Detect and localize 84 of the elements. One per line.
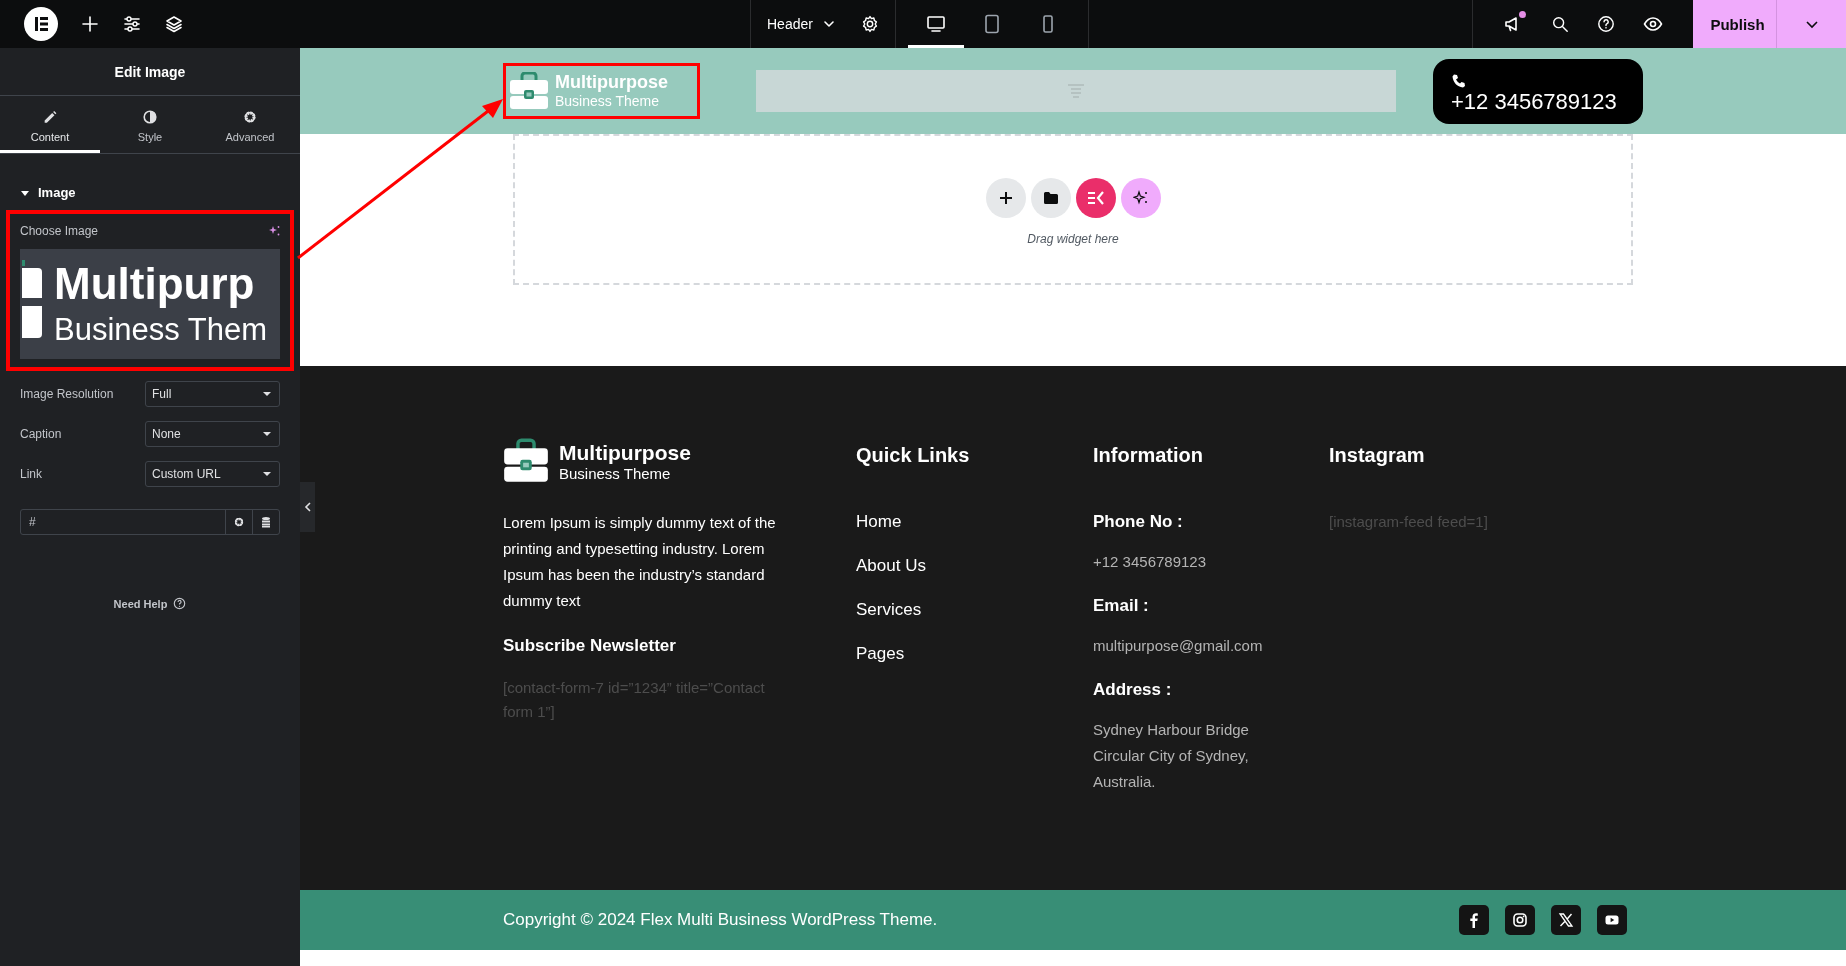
phone-icon xyxy=(1451,73,1467,89)
help-link[interactable]: Need Help xyxy=(113,597,187,610)
section-title[interactable]: Image xyxy=(38,185,76,200)
panel-tab[interactable]: Style xyxy=(100,96,200,153)
layers-icon xyxy=(164,14,184,34)
preview-title: Multipurp xyxy=(54,258,256,310)
caret-icon xyxy=(822,18,835,30)
field-label: Image Resolution xyxy=(20,387,114,401)
sliders-icon xyxy=(122,14,142,34)
structure-button[interactable] xyxy=(164,14,184,34)
social-link[interactable] xyxy=(1551,905,1581,935)
sparkle-icon xyxy=(1132,189,1149,206)
info-value: +12 3456789123 xyxy=(1093,552,1208,572)
gear-icon xyxy=(242,108,258,125)
social-link[interactable] xyxy=(1597,905,1627,935)
info-label: Address : xyxy=(1093,679,1173,701)
search-button[interactable] xyxy=(1551,15,1569,33)
site-settings-button[interactable] xyxy=(122,14,142,34)
footer-link[interactable]: Pages xyxy=(856,643,1093,665)
instagram-icon xyxy=(1512,912,1528,928)
about-paragraph: Lorem Ipsum is simply dummy text of the printing and typesetting industry. Lorem Ipsum has been the industry’s standard dummy text xyxy=(503,513,777,611)
field-label: Link xyxy=(20,467,42,481)
info-value: Circular City of Sydney, xyxy=(1093,746,1250,766)
kit-button[interactable] xyxy=(1075,177,1116,218)
whats-new-button[interactable] xyxy=(1503,14,1523,34)
info-label: Email : xyxy=(1093,595,1150,617)
page-settings-button[interactable] xyxy=(860,15,879,33)
kit-logo-icon xyxy=(1086,190,1105,205)
image-preview[interactable]: Multipurp Business Them xyxy=(20,249,280,359)
section-heading: Subscribe Newsletter xyxy=(503,636,677,656)
ai-sparkle-button[interactable] xyxy=(1120,177,1161,218)
panel-tab[interactable]: Advanced xyxy=(200,96,300,153)
info-value: multipurpose@gmail.com xyxy=(1093,636,1264,656)
column-heading: Quick Links xyxy=(856,444,971,467)
app-logo-icon[interactable] xyxy=(24,7,58,41)
logo-subtitle: Business Theme xyxy=(559,464,672,482)
x-icon xyxy=(1558,912,1574,928)
footer-link[interactable]: About Us xyxy=(856,555,1093,577)
select-field[interactable]: Custom URL xyxy=(145,461,280,487)
logo-title: Multipurpose xyxy=(555,72,668,93)
info-value: Sydney Harbour Bridge xyxy=(1093,720,1250,740)
field-label: Caption xyxy=(20,427,62,441)
briefcase-icon xyxy=(503,438,549,484)
footer-link[interactable]: Home xyxy=(856,511,1093,533)
drop-hint: Drag widget here xyxy=(1027,231,1119,246)
social-link[interactable] xyxy=(1459,905,1489,935)
info-value: Australia. xyxy=(1093,772,1157,792)
footer-link[interactable]: Services xyxy=(856,599,1093,621)
plus-icon xyxy=(998,190,1013,205)
help-icon xyxy=(1597,15,1615,33)
search-icon xyxy=(1551,15,1569,33)
column-heading: Instagram xyxy=(1329,444,1426,467)
select-field[interactable]: Full xyxy=(145,381,280,407)
eye-icon xyxy=(1643,14,1663,34)
preview-subtitle: Business Them xyxy=(54,311,268,349)
select-field[interactable]: None xyxy=(145,421,280,447)
social-link[interactable] xyxy=(1505,905,1535,935)
help-button[interactable] xyxy=(1597,15,1615,33)
document-dropdown[interactable]: Header xyxy=(767,16,835,32)
column-heading: Information xyxy=(1093,444,1204,467)
monitor-icon xyxy=(925,14,946,34)
logo-title: Multipurpose xyxy=(559,440,691,465)
info-label: Phone No : xyxy=(1093,511,1184,533)
copyright-text: Copyright © 2024 Flex Multi Business WordPress Theme. xyxy=(503,910,938,930)
logo-subtitle: Business Theme xyxy=(555,93,660,110)
folder-icon xyxy=(1043,191,1058,204)
pencil-icon xyxy=(42,108,58,125)
chevron-left-icon xyxy=(303,502,312,512)
add-section-button[interactable] xyxy=(985,177,1026,218)
collapse-panel-button[interactable] xyxy=(300,482,315,532)
phone-button[interactable]: +12 3456789123 xyxy=(1433,58,1643,124)
contrast-icon xyxy=(142,108,158,125)
plus-icon xyxy=(80,14,100,34)
database-icon xyxy=(260,516,272,528)
field-label: Choose Image xyxy=(20,224,99,238)
publish-button[interactable]: Publish xyxy=(1693,0,1776,48)
panel-tab[interactable]: Content xyxy=(0,96,100,153)
add-button[interactable] xyxy=(80,14,100,34)
ai-sparkle-icon[interactable] xyxy=(268,225,280,237)
preview-button[interactable] xyxy=(1643,14,1663,34)
briefcase-icon xyxy=(509,72,549,110)
settings-icon xyxy=(233,516,245,528)
help-icon xyxy=(173,597,187,610)
settings-icon xyxy=(860,15,879,33)
